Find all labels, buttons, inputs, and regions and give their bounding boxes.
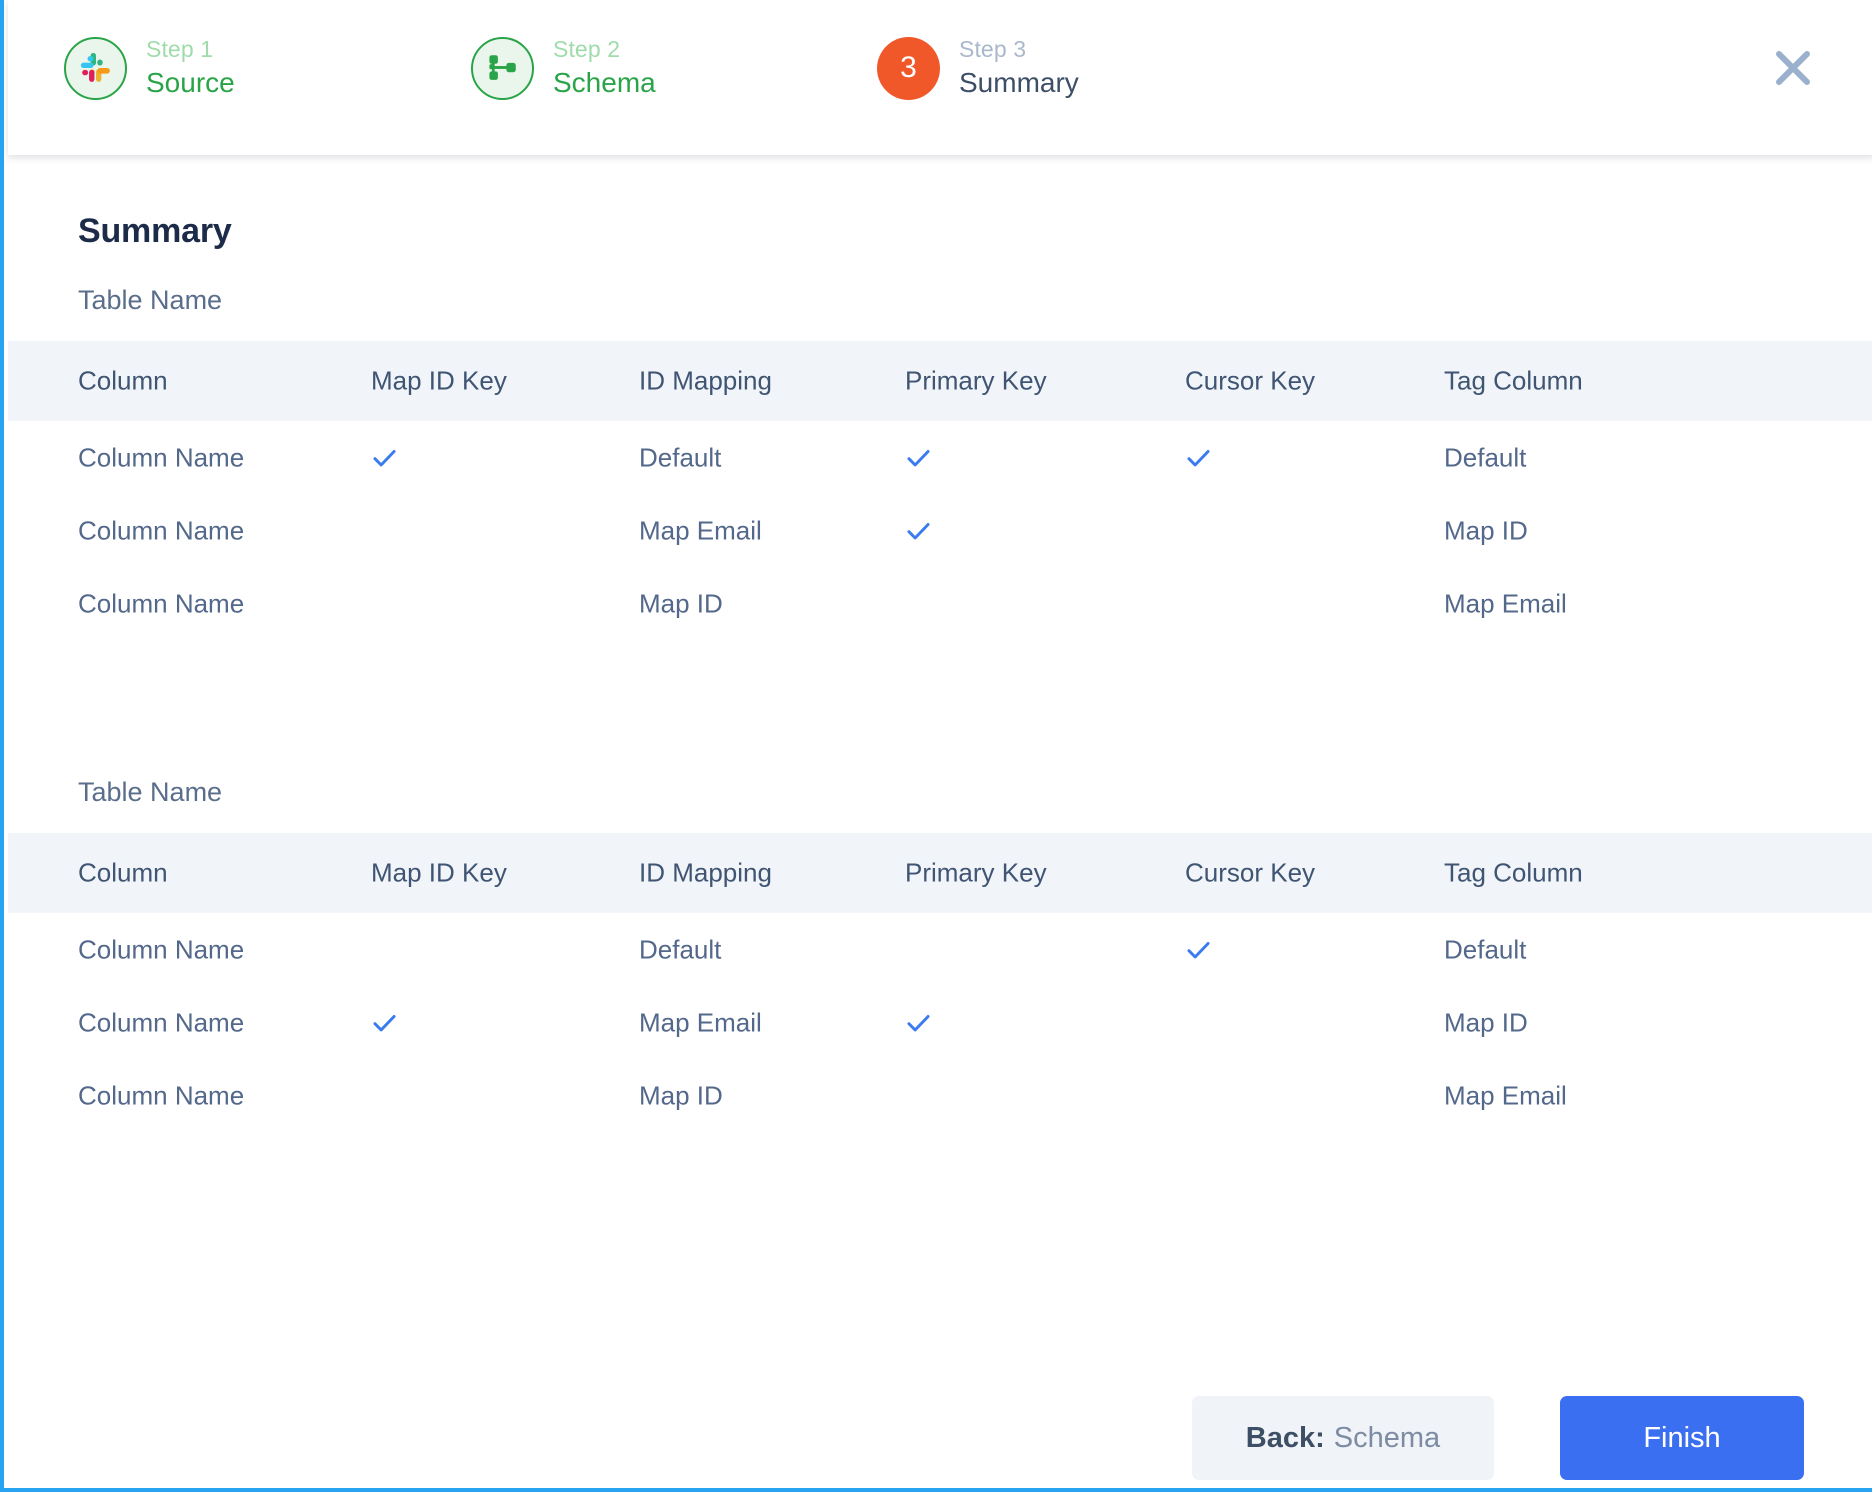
column-header-column: Column [78,365,168,396]
back-button[interactable]: Back: Schema [1192,1396,1494,1480]
stepper-header: Step 1 Source Step 2 Schema 3 Step 3 Sum… [8,0,1872,155]
step-summary[interactable]: 3 Step 3 Summary [877,33,1079,103]
cell-tag-column: Map Email [1444,588,1567,618]
step-kicker: Step 3 [959,36,1027,63]
column-header-tag-column: Tag Column [1444,857,1583,888]
back-button-target: Schema [1333,1421,1441,1454]
step-kicker: Step 1 [146,36,214,63]
step-label: Source [146,67,235,99]
cell-column: Column Name [78,515,245,545]
schema-tree-icon [471,36,534,100]
step-label: Schema [553,67,656,99]
table-header-row: Column Map ID Key ID Mapping Primary Key… [8,833,1872,913]
cell-column: Column Name [78,1080,245,1110]
column-header-cursor-key: Cursor Key [1185,857,1316,888]
column-header-primary-key: Primary Key [905,365,1047,396]
slack-logo-icon [64,36,127,100]
step-number: 3 [900,51,917,84]
map-id-key-check-icon [371,444,398,471]
cell-id-mapping: Map Email [639,1007,762,1037]
cell-column: Column Name [78,442,245,472]
footer-actions: Back: Schema Finish [8,1396,1872,1488]
column-header-primary-key: Primary Key [905,857,1047,888]
column-header-id-mapping: ID Mapping [639,365,772,396]
primary-key-check-icon [905,1009,932,1036]
cell-id-mapping: Map ID [639,1080,723,1110]
back-button-prefix: Back: [1245,1421,1325,1454]
cell-column: Column Name [78,1007,245,1037]
wizard-modal: Step 1 Source Step 2 Schema 3 Step 3 Sum… [0,0,1872,1492]
table-row: Column Name Default Default [8,913,1872,986]
table-row: Column Name Map ID Map Email [8,1059,1872,1132]
cursor-key-check-icon [1185,444,1212,471]
step-source[interactable]: Step 1 Source [64,33,235,103]
column-header-column: Column [78,857,168,888]
table-name: Table Name [78,777,223,807]
close-icon[interactable] [1768,43,1818,93]
table-row: Column Name Map Email Map ID [8,494,1872,567]
cell-id-mapping: Default [639,442,722,472]
step-number-badge: 3 [877,36,940,100]
cell-column: Column Name [78,588,245,618]
primary-key-check-icon [905,444,932,471]
cell-id-mapping: Map ID [639,588,723,618]
cell-id-mapping: Default [639,934,722,964]
table-name: Table Name [78,285,223,315]
step-schema[interactable]: Step 2 Schema [471,33,656,103]
map-id-key-check-icon [371,1009,398,1036]
primary-key-check-icon [905,517,932,544]
table-body: Column Name Default Default Column Name Map … [8,421,1872,640]
column-header-map-id-key: Map ID Key [371,365,507,396]
finish-button[interactable]: Finish [1560,1396,1804,1480]
column-header-cursor-key: Cursor Key [1185,365,1316,396]
column-header-map-id-key: Map ID Key [371,857,507,888]
cell-tag-column: Default [1444,442,1527,472]
cell-tag-column: Map ID [1444,1007,1528,1037]
column-header-tag-column: Tag Column [1444,365,1583,396]
step-kicker: Step 2 [553,36,621,63]
table-header-row: Column Map ID Key ID Mapping Primary Key… [8,341,1872,421]
cell-column: Column Name [78,934,245,964]
table-row: Column Name Map Email Map ID [8,986,1872,1059]
step-label: Summary [959,67,1079,99]
cell-tag-column: Map Email [1444,1080,1567,1110]
summary-content: Summary Table Name Column Map ID Key ID … [8,155,1872,1488]
cell-tag-column: Map ID [1444,515,1528,545]
table-row: Column Name Map ID Map Email [8,567,1872,640]
page-title: Summary [78,212,232,250]
cell-id-mapping: Map Email [639,515,762,545]
cursor-key-check-icon [1185,936,1212,963]
cell-tag-column: Default [1444,934,1527,964]
column-header-id-mapping: ID Mapping [639,857,772,888]
table-row: Column Name Default Default [8,421,1872,494]
table-body: Column Name Default Default Column Name Map … [8,913,1872,1132]
